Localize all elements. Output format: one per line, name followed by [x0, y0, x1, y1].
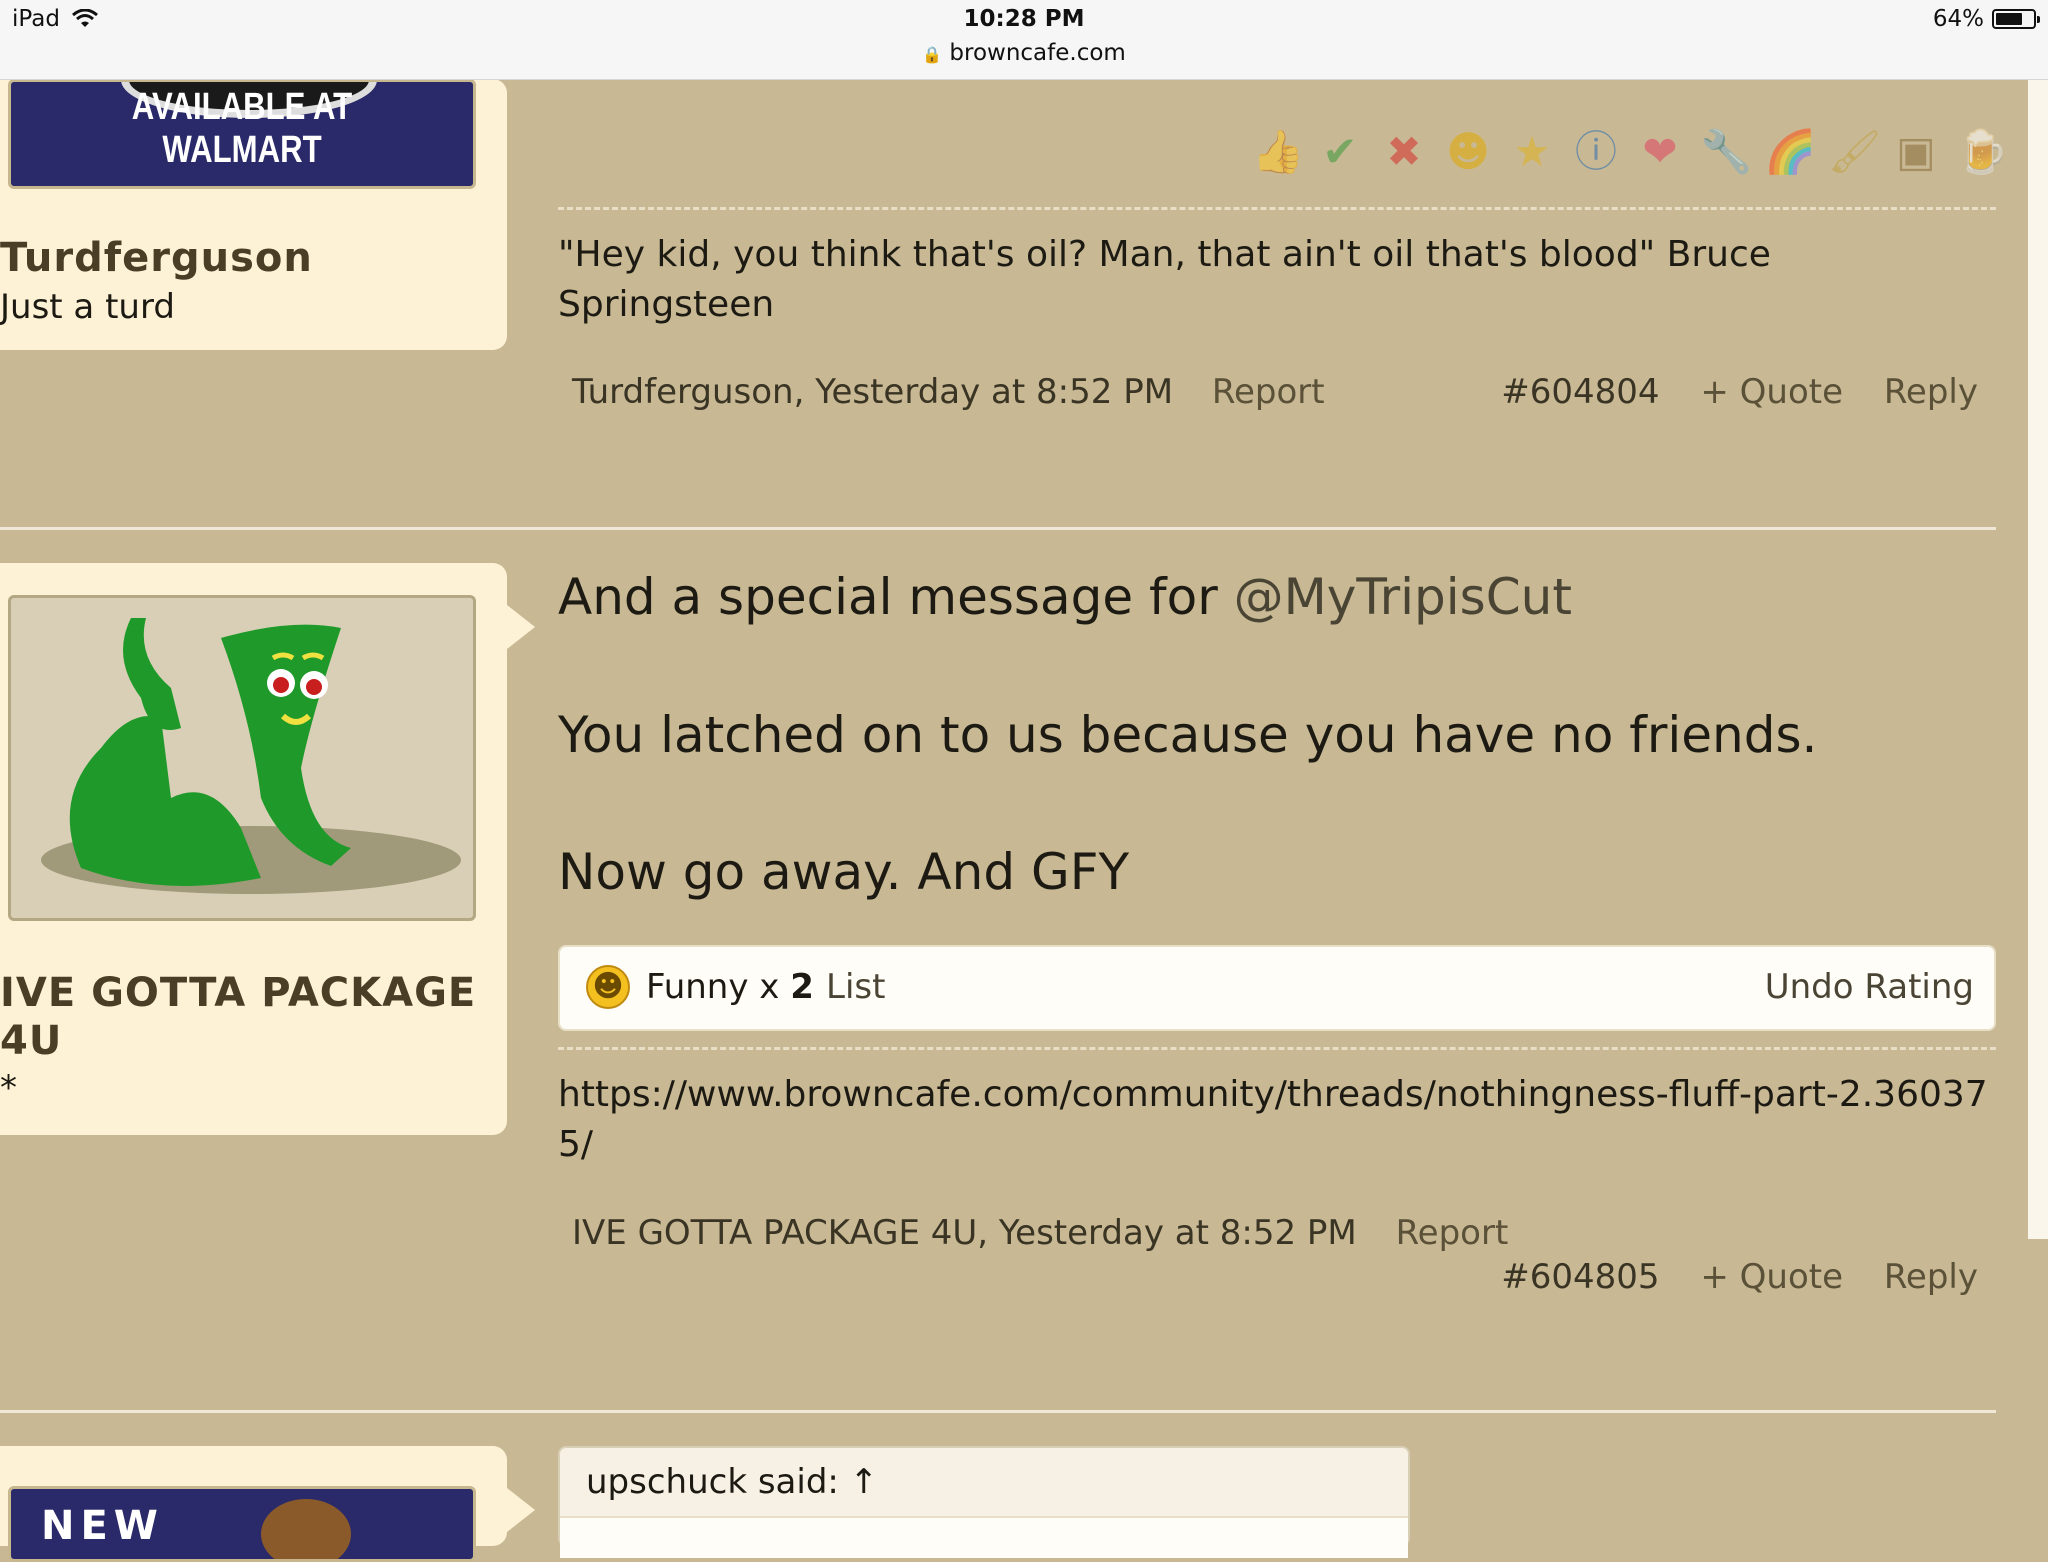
username[interactable]: Turdferguson [0, 235, 313, 281]
disagree-icon[interactable]: ✖ [1380, 124, 1428, 180]
user-panel-turdferguson: AVAILABLE AT WALMART Turdferguson Just a… [0, 79, 507, 350]
rating-list-link[interactable]: List [826, 967, 885, 1007]
post-separator [0, 527, 1996, 530]
post-number[interactable]: #604804 [1501, 372, 1659, 412]
gumby-avatar-image [41, 618, 461, 894]
quote-button[interactable]: + Quote [1700, 1257, 1843, 1297]
post-actions: #604805 + Quote Reply [1501, 1257, 1978, 1297]
user-panel-ive-gotta-package: IVE GOTTA PACKAGE 4U * [0, 563, 507, 1135]
quote-body [560, 1516, 1408, 1558]
rating-text: Funny x 2 [646, 967, 814, 1007]
signature: "Hey kid, you think that's oil? Man, tha… [558, 234, 1771, 325]
report-link[interactable]: Report [1212, 372, 1325, 412]
user-title: Just a turd [0, 287, 175, 327]
rating-summary: ☻ Funny x 2 List Undo Rating [558, 945, 1996, 1031]
reply-button[interactable]: Reply [1884, 1257, 1978, 1297]
creative-icon[interactable]: 🖌 [1828, 124, 1881, 180]
user-title: * [0, 1068, 17, 1108]
agree-icon[interactable]: ✔ [1316, 124, 1364, 180]
avatar-image [261, 1499, 351, 1559]
avatar[interactable]: AVAILABLE AT WALMART [8, 79, 476, 189]
message-intro: And a special message for [558, 568, 1234, 626]
beer-icon[interactable]: 🍺 [1956, 124, 2008, 180]
rating-bar: 👍 ✔ ✖ ☻ ★ ⓘ ❤ 🔧 🌈 🖌 ▣ 🍺 [1252, 124, 2008, 180]
winner-icon[interactable]: ★ [1508, 124, 1556, 180]
funny-icon: ☻ [586, 965, 630, 1009]
battery-percent: 64% [1932, 6, 1984, 32]
user-panel-upschuck: NEW [0, 1446, 507, 1562]
post-author-time[interactable]: Turdferguson, Yesterday at 8:52 PM [572, 372, 1173, 412]
reply-button[interactable]: Reply [1884, 372, 1978, 412]
signature-divider [558, 1047, 1996, 1050]
lock-icon: 🔒 [922, 45, 943, 64]
avatar[interactable]: NEW [8, 1486, 476, 1562]
username[interactable]: IVE GOTTA PACKAGE 4U [0, 969, 476, 1065]
url-text: browncafe.com [949, 40, 1126, 66]
post-number[interactable]: #604805 [1501, 1257, 1659, 1297]
rainbow-icon[interactable]: 🌈 [1764, 124, 1816, 180]
box-icon[interactable]: ▣ [1892, 124, 1940, 180]
username-line-2: 4U [0, 1018, 63, 1064]
informative-icon[interactable]: ⓘ [1572, 124, 1620, 180]
post-separator [0, 1410, 1996, 1413]
post-meta: Turdferguson, Yesterday at 8:52 PM Repor… [572, 372, 1325, 412]
post-actions: #604804 + Quote Reply [1501, 372, 1978, 412]
post-meta: IVE GOTTA PACKAGE 4U, Yesterday at 8:52 … [572, 1213, 1508, 1253]
battery-icon [1992, 9, 2040, 29]
report-link[interactable]: Report [1396, 1213, 1509, 1253]
post-author-time[interactable]: IVE GOTTA PACKAGE 4U, Yesterday at 8:52 … [572, 1213, 1357, 1253]
quote-block: upschuck said: ↑ [558, 1446, 1410, 1558]
message-line-2: You latched on to us because you have no… [558, 706, 1818, 764]
avatar[interactable] [8, 595, 476, 921]
like-icon[interactable]: 👍 [1252, 124, 1304, 180]
clock: 10:28 PM [963, 6, 1085, 32]
username-line-1: IVE GOTTA PACKAGE [0, 970, 477, 1016]
signature-divider [558, 207, 1996, 210]
quote-button[interactable]: + Quote [1700, 372, 1843, 412]
love-icon[interactable]: ❤ [1636, 124, 1684, 180]
status-right: 64% [1932, 6, 2040, 32]
funny-icon[interactable]: ☻ [1444, 124, 1492, 180]
rating-label: Funny x [646, 967, 791, 1007]
scroll-track[interactable] [2028, 79, 2048, 1239]
useful-icon[interactable]: 🔧 [1700, 124, 1752, 180]
message-line-3: Now go away. And GFY [558, 843, 1129, 901]
undo-rating-link[interactable]: Undo Rating [1765, 967, 1974, 1007]
panel-arrow [507, 1488, 535, 1532]
avatar-caption: AVAILABLE AT WALMART [131, 86, 353, 171]
signature-link[interactable]: https://www.browncafe.com/community/thre… [558, 1070, 1998, 1170]
ios-status-bar: iPad 10:28 PM 🔒 browncafe.com 64% [0, 0, 2048, 80]
avatar-caption: NEW [41, 1503, 164, 1549]
panel-arrow [507, 605, 535, 649]
rating-count: 2 [790, 967, 814, 1007]
address-bar[interactable]: 🔒 browncafe.com [0, 40, 2048, 66]
quote-header[interactable]: upschuck said: ↑ [586, 1462, 878, 1502]
message-line-1: And a special message for @MyTripisCut [558, 565, 1572, 629]
mention-link[interactable]: @MyTripisCut [1234, 568, 1572, 626]
